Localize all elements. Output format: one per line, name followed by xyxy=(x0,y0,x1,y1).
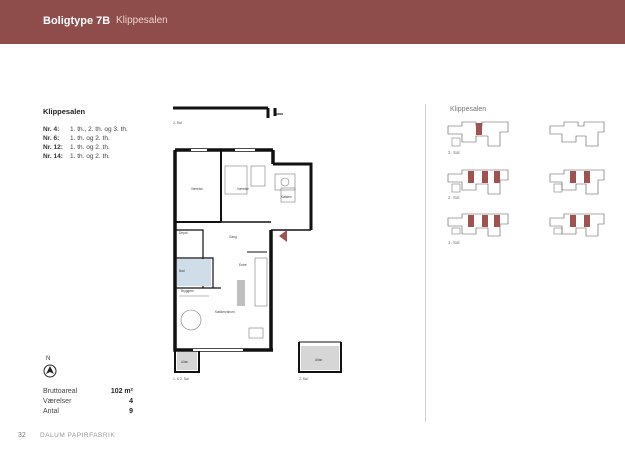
building-name: Klippesalen xyxy=(43,107,86,116)
room-label: Bryggers xyxy=(181,289,194,293)
unit-number: Nr. 14: xyxy=(43,153,63,160)
site-floor-label: 1. Sal xyxy=(448,240,460,245)
unit-number: Nr. 12: xyxy=(43,144,63,151)
site-floor-label: 2. Sal xyxy=(448,195,460,200)
floor-label: 2. Sal xyxy=(173,121,182,125)
site-plan-grid xyxy=(447,121,605,237)
page-number: 32 xyxy=(18,432,26,439)
unit-row: Nr. 4: 1. th., 2. th. og 3. th. xyxy=(43,125,128,134)
stat-label: Antal xyxy=(43,408,59,415)
unit-list: Nr. 4: 1. th., 2. th. og 3. th. Nr. 6: 1. … xyxy=(43,125,128,161)
room-label: Værelse xyxy=(191,187,203,191)
unit-floors: 1. th. og 2. th. xyxy=(70,144,110,151)
plan-fills xyxy=(177,259,339,370)
unit-floors: 1. th., 2. th. og 3. th. xyxy=(70,126,128,133)
stat-value: 4 xyxy=(129,398,133,405)
page-header: Boligtype 7B - Klippesalen xyxy=(0,0,625,44)
unit-floors: 1. th. og 2. th. xyxy=(70,153,110,160)
room-label: Bad xyxy=(179,269,185,273)
unit-row: Nr. 6: 1. th. og 2. th. xyxy=(43,134,128,143)
entrance-marker-icon xyxy=(279,230,287,242)
site-floor-label: 3. Sal xyxy=(448,150,460,155)
floor-plan: Værelse Værelse Køkken Depot Gang Bad En… xyxy=(173,106,342,381)
room-label: Gang xyxy=(229,235,237,239)
room-label: Værelse xyxy=(237,187,249,191)
column-divider xyxy=(425,104,426,422)
room-label: Altan xyxy=(181,360,188,364)
unit-row: Nr. 12: 1. th. og 2. th. xyxy=(43,143,128,152)
stat-value: 102 m² xyxy=(110,388,133,395)
floor-label: 1. & 2. Sal xyxy=(173,377,189,381)
stat-value: 9 xyxy=(129,408,133,415)
title-separator: - xyxy=(107,16,110,26)
plan-walls xyxy=(173,106,342,373)
room-label: Køkken xyxy=(281,195,292,199)
page-subtitle: Klippesalen xyxy=(116,15,168,26)
north-label: N xyxy=(46,356,51,362)
room-label: Entré xyxy=(239,263,247,267)
stat-label: Bruttoareal xyxy=(43,388,78,395)
stat-label: Værelser xyxy=(43,398,72,405)
page-title: Boligtype 7B xyxy=(43,15,111,27)
stat-row: Antal 9 xyxy=(43,407,133,417)
unit-number: Nr. 4: xyxy=(43,126,60,133)
room-label: Køkken/alrum xyxy=(215,310,235,314)
footer-text: DALUM PAPIRFABRIK xyxy=(40,432,116,439)
north-arrow-icon xyxy=(43,364,57,378)
stat-row: Bruttoareal 102 m² xyxy=(43,387,133,397)
room-label: Altan xyxy=(315,358,322,362)
floor-label: 2. Sal xyxy=(299,377,308,381)
unit-floors: 1. th. og 2. th. xyxy=(70,135,110,142)
plan-furniture xyxy=(179,165,296,339)
unit-row: Nr. 14: 1. th. og 2. th. xyxy=(43,152,128,161)
unit-number: Nr. 6: xyxy=(43,135,60,142)
stat-row: Værelser 4 xyxy=(43,397,133,407)
site-plan-title: Klippesalen xyxy=(450,106,487,113)
apartment-stats: Bruttoareal 102 m² Værelser 4 Antal 9 xyxy=(43,387,133,417)
room-label: Depot xyxy=(179,231,188,235)
